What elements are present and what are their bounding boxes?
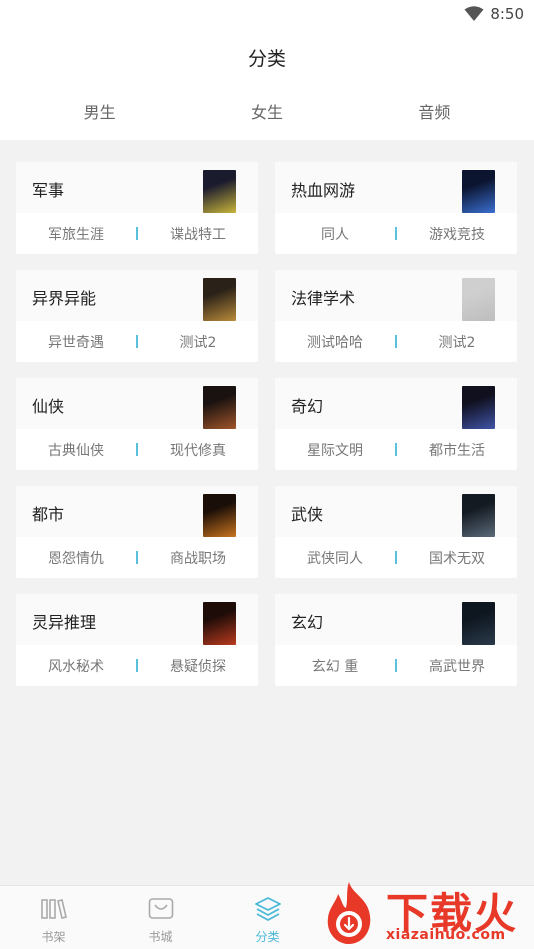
book-cover <box>462 602 495 645</box>
book-cover <box>203 494 236 537</box>
subcategory-link[interactable]: 谍战特工 <box>138 224 258 244</box>
subcategory-row: 同人 游戏竞技 <box>275 213 517 254</box>
category-card-header: 热血网游 <box>275 162 517 213</box>
bookshelf-icon <box>41 899 67 919</box>
category-card-header: 仙侠 <box>16 378 258 429</box>
category-name: 玄幻 <box>291 613 324 632</box>
category-card-header: 异界异能 <box>16 270 258 321</box>
category-card[interactable]: 异界异能异世奇遇 测试2 <box>16 270 258 362</box>
book-cover <box>462 494 495 537</box>
gender-tabs: 男生 女生 音频 <box>16 90 518 138</box>
category-card-header: 玄幻 <box>275 594 517 645</box>
category-card[interactable]: 仙侠古典仙侠 现代修真 <box>16 378 258 470</box>
subcategory-link[interactable]: 高武世界 <box>397 656 517 676</box>
status-bar: 8:50 <box>0 0 534 28</box>
wifi-icon <box>464 6 484 21</box>
subcategory-link[interactable]: 玄幻 重 <box>275 656 395 676</box>
category-name: 异界异能 <box>32 289 97 308</box>
subcategory-link[interactable]: 测试2 <box>397 332 517 352</box>
subcategory-link[interactable]: 古典仙侠 <box>16 440 136 460</box>
category-name: 灵异推理 <box>32 613 97 632</box>
subcategory-link[interactable]: 风水秘术 <box>16 656 136 676</box>
category-card[interactable]: 热血网游同人 游戏竞技 <box>275 162 517 254</box>
nav-label-category: 分类 <box>255 930 280 944</box>
subcategory-link[interactable]: 现代修真 <box>138 440 258 460</box>
tab-audio[interactable]: 音频 <box>351 90 518 138</box>
category-card[interactable]: 玄幻玄幻 重高武世界 <box>275 594 517 686</box>
subcategory-link[interactable]: 同人 <box>275 224 395 244</box>
category-card-header: 都市 <box>16 486 258 537</box>
category-card[interactable]: 法律学术测试哈哈 测试2 <box>275 270 517 362</box>
book-cover <box>462 170 495 213</box>
nav-bookstore[interactable]: 书城 <box>107 886 214 949</box>
subcategory-row: 玄幻 重高武世界 <box>275 645 517 686</box>
book-cover <box>462 278 495 321</box>
page-title: 分类 <box>247 48 286 70</box>
layers-icon <box>255 897 281 921</box>
watermark: 下载火 xiazaihuo.com <box>316 878 534 949</box>
category-name: 军事 <box>32 181 65 200</box>
category-name: 奇幻 <box>291 397 324 416</box>
subcategory-link[interactable]: 都市生活 <box>397 440 517 460</box>
subcategory-link[interactable]: 测试哈哈 <box>275 332 395 352</box>
category-card[interactable]: 奇幻星际文明 都市生活 <box>275 378 517 470</box>
category-card-header: 灵异推理 <box>16 594 258 645</box>
book-cover <box>203 602 236 645</box>
subcategory-row: 风水秘术 悬疑侦探 <box>16 645 258 686</box>
flame-logo-icon <box>327 882 371 944</box>
category-card-header: 军事 <box>16 162 258 213</box>
subcategory-row: 军旅生涯 谍战特工 <box>16 213 258 254</box>
subcategory-row: 古典仙侠 现代修真 <box>16 429 258 470</box>
subcategory-link[interactable]: 游戏竞技 <box>397 224 517 244</box>
book-cover <box>203 170 236 213</box>
nav-label-bookshelf: 书架 <box>41 930 66 944</box>
tab-female[interactable]: 女生 <box>183 90 350 138</box>
bookstore-icon <box>148 898 174 919</box>
category-name: 仙侠 <box>32 397 65 416</box>
category-card[interactable]: 都市恩怨情仇 商战职场 <box>16 486 258 578</box>
tab-male[interactable]: 男生 <box>16 90 183 138</box>
subcategory-link[interactable]: 悬疑侦探 <box>138 656 258 676</box>
book-cover <box>462 386 495 429</box>
category-card-header: 武侠 <box>275 486 517 537</box>
category-card-header: 奇幻 <box>275 378 517 429</box>
category-card-header: 法律学术 <box>275 270 517 321</box>
subcategory-link[interactable]: 国术无双 <box>397 548 517 568</box>
subcategory-link[interactable]: 星际文明 <box>275 440 395 460</box>
category-name: 热血网游 <box>291 181 356 200</box>
subcategory-row: 恩怨情仇 商战职场 <box>16 537 258 578</box>
nav-category[interactable]: 分类 <box>214 886 321 949</box>
nav-label-bookstore: 书城 <box>148 930 173 944</box>
subcategory-link[interactable]: 商战职场 <box>138 548 258 568</box>
category-grid: 军事 军旅生涯 谍战特工 热血网游 同人 游戏竞技 异界异能 异世奇遇 测试2 法律学术 测试哈哈测… <box>16 162 518 686</box>
status-time: 8:50 <box>490 5 524 23</box>
category-card[interactable]: 军事军旅生涯 谍战特工 <box>16 162 258 254</box>
subcategory-row: 星际文明 都市生活 <box>275 429 517 470</box>
page-header: 分类 男生 女生 音频 <box>0 28 534 140</box>
subcategory-link[interactable]: 军旅生涯 <box>16 224 136 244</box>
category-card[interactable]: 灵异推理风水秘术 悬疑侦探 <box>16 594 258 686</box>
book-cover <box>203 386 236 429</box>
subcategory-link[interactable]: 恩怨情仇 <box>16 548 136 568</box>
nav-bookshelf[interactable]: 书架 <box>0 886 107 949</box>
category-card[interactable]: 武侠武侠同人 国术无双 <box>275 486 517 578</box>
subcategory-link[interactable]: 武侠同人 <box>275 548 395 568</box>
subcategory-row: 异世奇遇 测试2 <box>16 321 258 362</box>
category-name: 法律学术 <box>291 289 356 308</box>
subcategory-link[interactable]: 异世奇遇 <box>16 332 136 352</box>
category-name: 都市 <box>32 505 65 524</box>
subcategory-row: 武侠同人 国术无双 <box>275 537 517 578</box>
subcategory-row: 测试哈哈 测试2 <box>275 321 517 362</box>
subcategory-link[interactable]: 测试2 <box>138 332 258 352</box>
book-cover <box>203 278 236 321</box>
watermark-url: xiazaihuo.com <box>386 927 506 943</box>
category-name: 武侠 <box>291 505 324 524</box>
